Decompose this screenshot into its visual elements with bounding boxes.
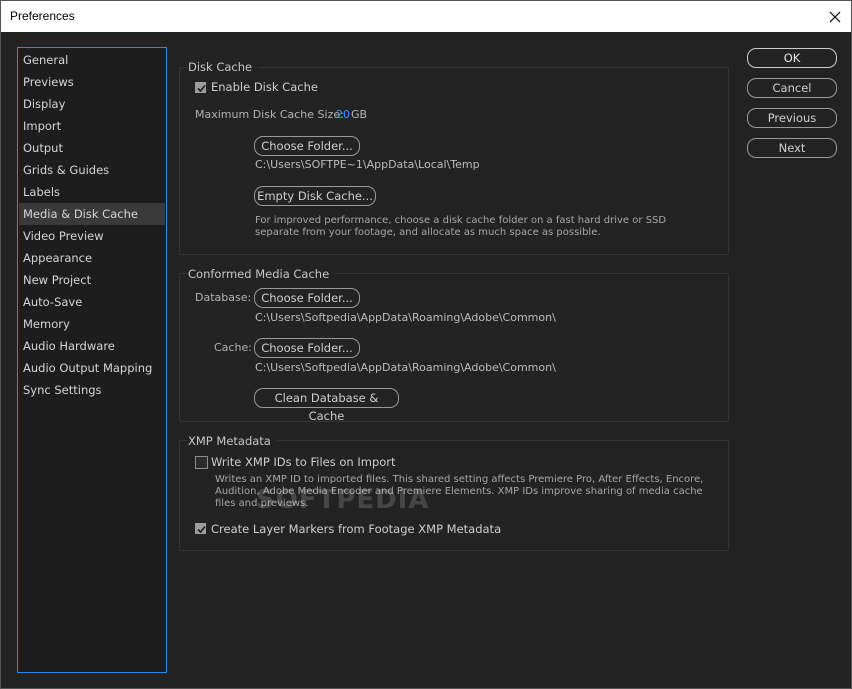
create-layer-markers-checkbox[interactable] — [195, 523, 206, 534]
sidebar-item-audio-hardware[interactable]: Audio Hardware — [19, 335, 165, 357]
write-xmp-ids-checkbox[interactable] — [195, 456, 208, 469]
clean-database-cache-button[interactable]: Clean Database & Cache — [254, 388, 399, 423]
database-label: Database: — [195, 291, 252, 304]
sidebar-item-previews[interactable]: Previews — [19, 71, 165, 93]
cache-path: C:\Users\Softpedia\AppData\Roaming\Adobe… — [255, 361, 556, 374]
create-layer-markers-label: Create Layer Markers from Footage XMP Me… — [211, 522, 502, 536]
sidebar-item-media-disk-cache[interactable]: Media & Disk Cache — [19, 203, 165, 225]
disk-cache-note: For improved performance, choose a disk … — [255, 215, 667, 238]
sidebar-item-new-project[interactable]: New Project — [19, 269, 165, 291]
sidebar-item-audio-output-mapping[interactable]: Audio Output Mapping — [19, 357, 165, 379]
empty-disk-cache-button[interactable]: Empty Disk Cache... — [254, 186, 376, 206]
title-bar: Preferences — [1, 1, 851, 32]
cache-label: Cache: — [214, 341, 252, 354]
cache-choose-folder-button[interactable]: Choose Folder... — [254, 338, 360, 358]
previous-button[interactable]: Previous — [747, 108, 837, 128]
enable-disk-cache-checkbox[interactable] — [195, 82, 206, 93]
window-title: Preferences — [10, 9, 75, 23]
disk-cache-folder-path: C:\Users\SOFTPE~1\AppData\Local\Temp — [255, 158, 480, 171]
disk-cache-choose-folder-button[interactable]: Choose Folder... — [254, 136, 360, 156]
conformed-media-cache-title: Conformed Media Cache — [188, 267, 336, 281]
max-cache-size-unit: GB — [351, 108, 368, 121]
preferences-window: Preferences General Previews Display Imp… — [0, 0, 852, 689]
sidebar-item-display[interactable]: Display — [19, 93, 165, 115]
close-icon[interactable] — [819, 1, 851, 32]
sidebar-item-output[interactable]: Output — [19, 137, 165, 159]
dialog-body: General Previews Display Import Output G… — [1, 32, 851, 688]
ok-button[interactable]: OK — [747, 48, 837, 68]
next-button[interactable]: Next — [747, 138, 837, 158]
category-sidebar: General Previews Display Import Output G… — [17, 47, 167, 673]
write-xmp-ids-note: Writes an XMP ID to imported files. This… — [215, 474, 704, 509]
database-choose-folder-button[interactable]: Choose Folder... — [254, 288, 360, 308]
sidebar-item-sync-settings[interactable]: Sync Settings — [19, 379, 165, 401]
checkmark-icon — [197, 84, 206, 93]
max-cache-size-label: Maximum Disk Cache Size: — [195, 108, 344, 121]
enable-disk-cache-label: Enable Disk Cache — [211, 80, 318, 94]
write-xmp-ids-label: Write XMP IDs to Files on Import — [211, 455, 396, 469]
disk-cache-title: Disk Cache — [188, 60, 259, 74]
sidebar-item-memory[interactable]: Memory — [19, 313, 165, 335]
database-path: C:\Users\Softpedia\AppData\Roaming\Adobe… — [255, 311, 556, 324]
sidebar-item-grids-guides[interactable]: Grids & Guides — [19, 159, 165, 181]
cancel-button[interactable]: Cancel — [747, 78, 837, 98]
sidebar-item-import[interactable]: Import — [19, 115, 165, 137]
sidebar-item-labels[interactable]: Labels — [19, 181, 165, 203]
sidebar-item-video-preview[interactable]: Video Preview — [19, 225, 165, 247]
sidebar-item-general[interactable]: General — [19, 49, 165, 71]
xmp-metadata-title: XMP Metadata — [188, 434, 277, 448]
sidebar-item-auto-save[interactable]: Auto-Save — [19, 291, 165, 313]
max-cache-size-value[interactable]: 20 — [336, 108, 350, 121]
checkmark-icon — [197, 525, 206, 534]
sidebar-item-appearance[interactable]: Appearance — [19, 247, 165, 269]
